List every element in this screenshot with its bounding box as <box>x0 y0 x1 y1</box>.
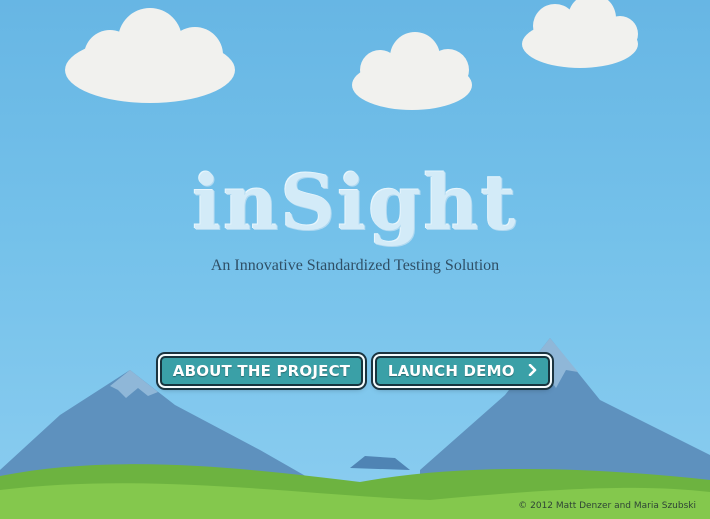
copyright-footer: © 2012 Matt Denzer and Maria Szubski <box>518 501 696 511</box>
cloud-left <box>65 8 235 103</box>
launch-demo-button[interactable]: LAUNCH DEMO <box>375 356 550 386</box>
about-button-label: ABOUT THE PROJECT <box>172 362 351 380</box>
chevron-right-icon <box>528 358 537 384</box>
about-the-project-button[interactable]: ABOUT THE PROJECT <box>160 356 363 386</box>
cloud-right <box>522 0 638 68</box>
cloud-middle <box>352 32 472 110</box>
app-title: inSight <box>192 158 518 247</box>
small-mountain <box>350 456 410 470</box>
app-subtitle: An Innovative Standardized Testing Solut… <box>210 257 500 274</box>
launch-button-label: LAUNCH DEMO <box>387 362 515 380</box>
